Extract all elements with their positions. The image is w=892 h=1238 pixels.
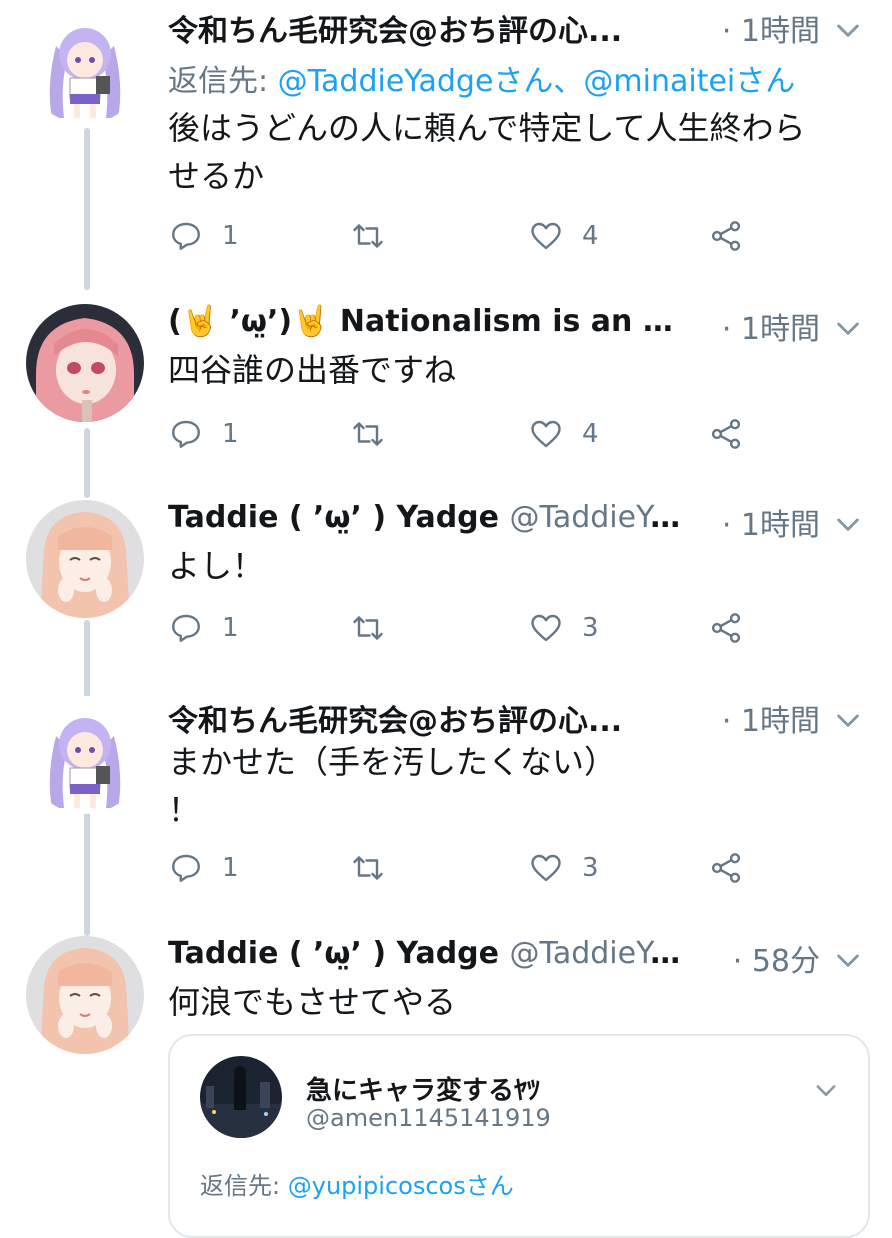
reply-button[interactable]: 1 — [168, 412, 239, 456]
quoted-tweet-card[interactable]: 急にキャラ変するﾔﾂ @amen1145141919 返信先: @yupipic… — [168, 1034, 870, 1238]
like-count: 3 — [582, 853, 599, 883]
anime-girl-purple-hair-avatar — [26, 6, 144, 124]
avatar[interactable] — [26, 304, 144, 422]
illustrated-girl-peach-hair-avatar — [26, 936, 144, 1054]
display-name[interactable]: (🤘 ’ω̤̮’)🤘 Nationalism is an sop... — [168, 304, 688, 339]
tweet[interactable]: (🤘 ’ω̤̮’)🤘 Nationalism is an sop... · 1時… — [0, 298, 892, 488]
retweet-arrows-icon — [353, 422, 383, 446]
speech-bubble-icon — [172, 854, 200, 882]
quoted-username[interactable]: @amen1145141919 — [306, 1104, 551, 1132]
reply-label: 返信先: — [200, 1172, 281, 1200]
share-nodes-icon — [711, 853, 741, 883]
heart-outline-icon — [531, 222, 561, 250]
retweet-button[interactable] — [350, 606, 404, 650]
avatar[interactable] — [26, 500, 144, 618]
reply-button[interactable]: 1 — [168, 214, 239, 258]
chevron-down-icon[interactable] — [832, 14, 864, 46]
chevron-down-icon[interactable] — [832, 944, 864, 976]
share-button[interactable] — [708, 214, 744, 258]
quoted-display-name[interactable]: 急にキャラ変するﾔﾂ — [306, 1070, 540, 1107]
display-name[interactable]: Taddie ( ’ω̤̮’ ) Yadge @TaddieYad... — [168, 500, 688, 535]
display-name[interactable]: 令和ちん毛研究会@おち評の心... — [168, 6, 622, 50]
retweet-button[interactable] — [350, 412, 404, 456]
tweet-actions: 1 4 — [168, 412, 768, 456]
like-button[interactable]: 4 — [528, 214, 599, 258]
speech-bubble-icon — [172, 614, 200, 642]
chevron-down-icon[interactable] — [832, 508, 864, 540]
avatar[interactable] — [26, 696, 144, 814]
like-count: 4 — [582, 221, 599, 251]
display-name-text: Taddie ( ’ω̤̮’ ) Yadge — [168, 500, 499, 535]
heart-outline-icon — [531, 420, 561, 448]
chevron-down-icon[interactable] — [832, 312, 864, 344]
tweet-actions: 1 3 — [168, 606, 768, 650]
retweet-button[interactable] — [350, 214, 404, 258]
tweet-actions: 1 3 — [168, 846, 768, 890]
tweet[interactable]: Taddie ( ’ω̤̮’ ) Yadge @TaddieYad... · 1… — [0, 494, 892, 684]
timestamp[interactable]: · 1時間 — [722, 6, 820, 50]
reply-count: 1 — [222, 221, 239, 251]
quoted-reply-to: 返信先: @yupipicoscosさん — [200, 1166, 514, 1201]
chevron-down-icon[interactable] — [832, 704, 864, 736]
share-nodes-icon — [711, 221, 741, 251]
like-count: 3 — [582, 613, 599, 643]
like-button[interactable]: 3 — [528, 606, 599, 650]
avatar[interactable] — [26, 6, 144, 124]
username: @TaddieYad... — [509, 500, 688, 535]
tweet-text: よし！ — [168, 547, 265, 585]
username: @TaddieYadge — [509, 936, 688, 971]
share-button[interactable] — [708, 412, 744, 456]
retweet-arrows-icon — [353, 224, 383, 248]
tweet-text: 後はうどんの人に頼んで特定して人生終わら せるか — [168, 109, 806, 195]
timestamp[interactable]: · 1時間 — [722, 500, 820, 544]
reply-count: 1 — [222, 853, 239, 883]
retweet-arrows-icon — [353, 856, 383, 880]
like-count: 4 — [582, 419, 599, 449]
speech-bubble-icon — [172, 420, 200, 448]
reply-mentions[interactable]: @TaddieYadgeさん、@minaiteiさん — [278, 64, 796, 99]
share-button[interactable] — [708, 846, 744, 890]
reply-button[interactable]: 1 — [168, 846, 239, 890]
reply-count: 1 — [222, 613, 239, 643]
heart-outline-icon — [531, 614, 561, 642]
timestamp[interactable]: · 58分 — [733, 936, 820, 980]
share-nodes-icon — [711, 419, 741, 449]
reply-button[interactable]: 1 — [168, 606, 239, 650]
reply-label: 返信先: — [168, 64, 269, 99]
doll-pink-hair-avatar — [26, 304, 144, 422]
share-button[interactable] — [708, 606, 744, 650]
heart-outline-icon — [531, 854, 561, 882]
speech-bubble-icon — [172, 222, 200, 250]
tweet-actions: 1 4 — [168, 214, 768, 258]
tweet-text: 四谷誰の出番ですね — [168, 351, 457, 389]
timestamp[interactable]: · 1時間 — [722, 696, 820, 740]
tweet[interactable]: 令和ちん毛研究会@おち評の心... · 1時間 まかせた（手を汚したくない） ！… — [0, 690, 892, 930]
like-button[interactable]: 3 — [528, 846, 599, 890]
illustrated-girl-peach-hair-avatar — [26, 500, 144, 618]
retweet-arrows-icon — [353, 616, 383, 640]
anime-girl-purple-hair-avatar — [26, 696, 144, 814]
timestamp[interactable]: · 1時間 — [722, 304, 820, 348]
retweet-button[interactable] — [350, 846, 404, 890]
night-city-photo-avatar — [200, 1056, 282, 1138]
avatar[interactable] — [26, 936, 144, 1054]
reply-count: 1 — [222, 419, 239, 449]
display-name[interactable]: Taddie ( ’ω̤̮’ ) Yadge @TaddieYadge — [168, 936, 688, 971]
share-nodes-icon — [711, 613, 741, 643]
avatar[interactable] — [200, 1056, 282, 1138]
tweet-text: 何浪でもさせてやる — [168, 983, 457, 1021]
display-name[interactable]: 令和ちん毛研究会@おち評の心... — [168, 696, 622, 740]
reply-to: 返信先: @TaddieYadgeさん、@minaiteiさん — [168, 56, 795, 100]
tweet-text: まかせた（手を汚したくない） ！ — [168, 743, 617, 829]
reply-mentions[interactable]: @yupipicoscosさん — [288, 1172, 514, 1200]
like-button[interactable]: 4 — [528, 412, 599, 456]
chevron-down-icon[interactable] — [812, 1076, 840, 1104]
tweet-header: 令和ちん毛研究会@おち評の心... · 1時間 — [168, 0, 872, 56]
display-name-text: Taddie ( ’ω̤̮’ ) Yadge — [168, 936, 499, 971]
tweet[interactable]: 令和ちん毛研究会@おち評の心... · 1時間 返信先: @TaddieYadg… — [0, 0, 892, 290]
